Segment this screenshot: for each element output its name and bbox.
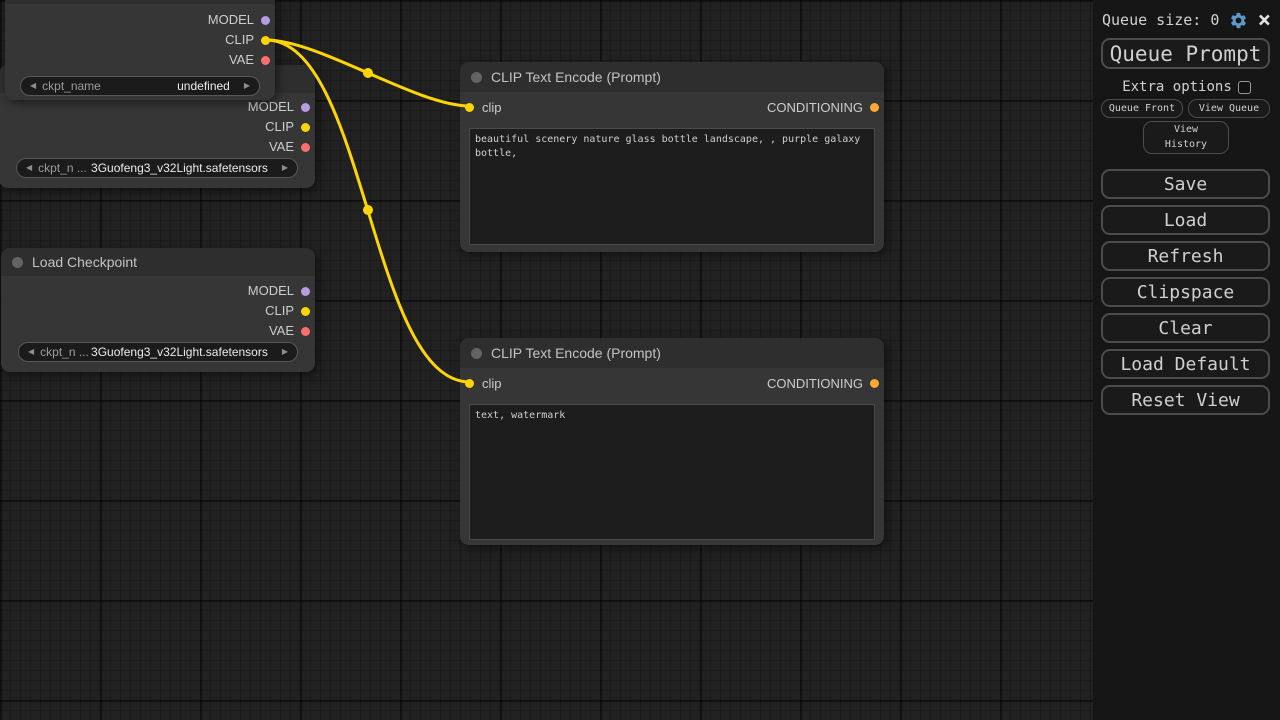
clip-input-dot[interactable] <box>465 103 474 112</box>
node-title: CLIP Text Encode (Prompt) <box>491 69 661 85</box>
collapse-dot-icon[interactable] <box>471 348 482 359</box>
combo-value: 3Guofeng3_v32Light.safetensors <box>91 345 268 359</box>
node-title-bar[interactable]: CLIP Text Encode (Prompt) <box>460 62 884 92</box>
extra-options-row: Extra options <box>1093 79 1280 95</box>
clip-output-dot[interactable] <box>261 36 270 45</box>
positive-prompt-textarea[interactable]: beautiful scenery nature glass bottle la… <box>469 128 875 245</box>
view-history-button[interactable]: View History <box>1143 121 1229 154</box>
clip-output-dot[interactable] <box>301 123 310 132</box>
clip-input-dot[interactable] <box>465 379 474 388</box>
combo-value: undefined <box>177 79 230 93</box>
conditioning-output-dot[interactable] <box>870 103 879 112</box>
collapse-dot-icon[interactable] <box>471 72 482 83</box>
node-title: Load Checkpoint <box>32 254 137 270</box>
refresh-button[interactable]: Refresh <box>1101 241 1270 271</box>
link-midpoint-dot[interactable] <box>363 68 373 78</box>
clear-button[interactable]: Clear <box>1101 313 1270 343</box>
combo-next-icon[interactable]: ▶ <box>282 348 288 356</box>
output-slot-model: MODEL <box>5 10 275 30</box>
conditioning-output-dot[interactable] <box>870 379 879 388</box>
ckpt-name-combo-widget[interactable]: ◀ ckpt_name undefined ▶ <box>20 76 260 96</box>
node-load-checkpoint[interactable]: Load Checkpoint MODEL CLIP VAE ◀ ckpt_n … <box>1 248 315 372</box>
combo-label: ckpt_n ... <box>40 345 89 359</box>
model-output-dot[interactable] <box>261 16 270 25</box>
load-button[interactable]: Load <box>1101 205 1270 235</box>
close-icon[interactable]: × <box>1258 11 1271 30</box>
save-button[interactable]: Save <box>1101 169 1270 199</box>
combo-prev-icon[interactable]: ◀ <box>30 82 36 90</box>
output-slot-clip: CLIP <box>0 117 315 137</box>
queue-prompt-button[interactable]: Queue Prompt <box>1101 38 1270 69</box>
slot-label-model: MODEL <box>248 99 294 114</box>
combo-value: 3Guofeng3_v32Light.safetensors <box>91 161 268 175</box>
node-title-bar[interactable]: CLIP Text Encode (Prompt) <box>460 338 884 368</box>
slot-label-vae: VAE <box>269 139 294 154</box>
output-slot-vae: VAE <box>5 50 275 70</box>
slot-label-clip-input: clip <box>482 376 502 391</box>
output-slot-model: MODEL <box>0 97 315 117</box>
combo-prev-icon[interactable]: ◀ <box>28 348 34 356</box>
node-graph-canvas[interactable]: MODEL CLIP VAE ◀ ckpt_n ... 3Guofeng3_v3… <box>0 0 1280 720</box>
combo-label: ckpt_n ... <box>38 161 87 175</box>
vae-output-dot[interactable] <box>301 327 310 336</box>
slot-label-clip: CLIP <box>265 303 294 318</box>
slot-label-conditioning: CONDITIONING <box>767 376 863 391</box>
clipspace-button[interactable]: Clipspace <box>1101 277 1270 307</box>
node-checkpoint-top[interactable]: MODEL CLIP VAE ◀ ckpt_name undefined ▶ <box>5 0 275 100</box>
negative-prompt-textarea[interactable]: text, watermark <box>469 404 875 540</box>
model-output-dot[interactable] <box>301 103 310 112</box>
vae-output-dot[interactable] <box>261 56 270 65</box>
reset-view-button[interactable]: Reset View <box>1101 385 1270 415</box>
ckpt-name-combo-widget[interactable]: ◀ ckpt_n ... 3Guofeng3_v32Light.safetens… <box>18 342 298 362</box>
ckpt-name-combo-widget[interactable]: ◀ ckpt_n ... 3Guofeng3_v32Light.safetens… <box>16 158 298 178</box>
slot-label-clip: CLIP <box>225 32 254 47</box>
queue-front-button[interactable]: Queue Front <box>1101 99 1183 118</box>
node-title-bar[interactable]: Load Checkpoint <box>1 248 315 276</box>
queue-size-row: Queue size: 0 × <box>1093 8 1280 32</box>
model-output-dot[interactable] <box>301 287 310 296</box>
slot-label-vae: VAE <box>229 52 254 67</box>
slot-label-model: MODEL <box>248 283 294 298</box>
output-slot-clip: CLIP <box>5 30 275 50</box>
output-slot-model: MODEL <box>1 281 315 301</box>
vae-output-dot[interactable] <box>301 143 310 152</box>
comfy-menu-panel: Queue size: 0 × Queue Prompt Extra optio… <box>1093 0 1280 720</box>
combo-prev-icon[interactable]: ◀ <box>26 164 32 172</box>
output-slot-clip: CLIP <box>1 301 315 321</box>
combo-next-icon[interactable]: ▶ <box>244 82 250 90</box>
collapse-dot-icon[interactable] <box>12 257 23 268</box>
settings-gear-icon[interactable] <box>1229 11 1248 30</box>
node-clip-text-encode-positive[interactable]: CLIP Text Encode (Prompt) clip CONDITION… <box>460 62 884 252</box>
link-midpoint-dot[interactable] <box>363 205 373 215</box>
output-slot-vae: VAE <box>0 137 315 157</box>
slot-label-conditioning: CONDITIONING <box>767 100 863 115</box>
slot-row: clip CONDITIONING <box>460 92 884 122</box>
combo-label: ckpt_name <box>42 79 101 93</box>
combo-next-icon[interactable]: ▶ <box>282 164 288 172</box>
output-slot-vae: VAE <box>1 321 315 341</box>
slot-label-clip-input: clip <box>482 100 502 115</box>
view-queue-button[interactable]: View Queue <box>1188 99 1270 118</box>
clip-output-dot[interactable] <box>301 307 310 316</box>
extra-options-label: Extra options <box>1122 79 1232 95</box>
slot-label-clip: CLIP <box>265 119 294 134</box>
slot-label-vae: VAE <box>269 323 294 338</box>
slot-label-model: MODEL <box>208 12 254 27</box>
slot-row: clip CONDITIONING <box>460 368 884 398</box>
node-title: CLIP Text Encode (Prompt) <box>491 345 661 361</box>
queue-size-label: Queue size: 0 <box>1102 11 1219 29</box>
extra-options-checkbox[interactable] <box>1238 81 1251 94</box>
node-clip-text-encode-negative[interactable]: CLIP Text Encode (Prompt) clip CONDITION… <box>460 338 884 545</box>
load-default-button[interactable]: Load Default <box>1101 349 1270 379</box>
